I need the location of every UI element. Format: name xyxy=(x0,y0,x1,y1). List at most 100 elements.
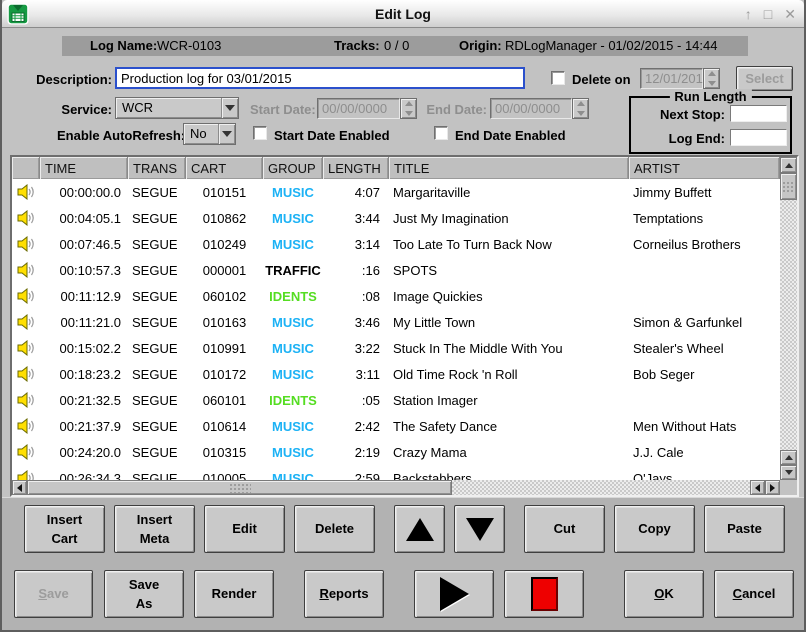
spin-up-icon[interactable] xyxy=(573,99,588,109)
chevron-down-icon[interactable] xyxy=(221,98,238,118)
delete-on-label: Delete on xyxy=(572,72,631,87)
length-cell: :05 xyxy=(323,387,389,413)
time-cell: 00:00:00.0 xyxy=(40,179,128,205)
log-event-row[interactable]: 00:24:20.0SEGUE010315MUSIC2:19Crazy Mama… xyxy=(12,439,780,465)
column-header-icon[interactable] xyxy=(12,157,40,179)
save-as-button[interactable]: Save As xyxy=(104,570,184,618)
scroll-left-icon[interactable] xyxy=(750,480,765,495)
cart-cell: 010249 xyxy=(186,231,263,257)
cart-cell: 010614 xyxy=(186,413,263,439)
log-table: TIMETRANSCARTGROUPLENGTHTITLEARTIST 00:0… xyxy=(10,155,799,497)
log-event-row[interactable]: 00:26:34.3SEGUE010005MUSIC2:59Backstabbe… xyxy=(12,465,780,480)
time-cell: 00:11:12.9 xyxy=(40,283,128,309)
scroll-right-icon[interactable] xyxy=(765,480,780,495)
next-stop-field[interactable] xyxy=(730,105,787,122)
column-header-group[interactable]: GROUP xyxy=(263,157,323,179)
speaker-icon-cell xyxy=(12,439,40,465)
select-date-button[interactable]: Select xyxy=(736,66,793,91)
group-cell: MUSIC xyxy=(263,335,323,361)
delete-on-date-field[interactable]: 12/01/2017 xyxy=(640,68,703,89)
horizontal-scroll-thumb[interactable] xyxy=(27,480,452,495)
reports-button[interactable]: Reports xyxy=(304,570,384,618)
delete-button[interactable]: Delete xyxy=(294,505,375,553)
scroll-left-icon[interactable] xyxy=(12,480,27,495)
title-cell: SPOTS xyxy=(389,257,629,283)
move-up-button[interactable] xyxy=(394,505,445,553)
speaker-icon-cell xyxy=(12,257,40,283)
column-header-cart[interactable]: CART xyxy=(186,157,263,179)
save-button[interactable]: Save xyxy=(14,570,93,618)
log-event-row[interactable]: 00:10:57.3SEGUE000001TRAFFIC:16SPOTS xyxy=(12,257,780,283)
trans-cell: SEGUE xyxy=(128,361,186,387)
log-end-field[interactable] xyxy=(730,129,787,146)
column-header-artist[interactable]: ARTIST xyxy=(629,157,780,179)
maximize-icon[interactable]: □ xyxy=(764,7,772,21)
log-event-row[interactable]: 00:04:05.1SEGUE010862MUSIC3:44Just My Im… xyxy=(12,205,780,231)
time-cell: 00:21:32.5 xyxy=(40,387,128,413)
speaker-icon xyxy=(17,288,36,304)
up-arrow-icon xyxy=(406,518,434,541)
trans-cell: SEGUE xyxy=(128,439,186,465)
column-header-time[interactable]: TIME xyxy=(40,157,128,179)
cut-button[interactable]: Cut xyxy=(524,505,605,553)
end-date-field[interactable]: 00/00/0000 xyxy=(490,98,572,119)
insert-meta-button[interactable]: Insert Meta xyxy=(114,505,195,553)
log-end-label: Log End: xyxy=(635,131,725,146)
log-event-row[interactable]: 00:07:46.5SEGUE010249MUSIC3:14Too Late T… xyxy=(12,231,780,257)
speaker-icon xyxy=(17,314,36,330)
log-event-row[interactable]: 00:18:23.2SEGUE010172MUSIC3:11Old Time R… xyxy=(12,361,780,387)
group-cell: MUSIC xyxy=(263,205,323,231)
delete-on-checkbox[interactable] xyxy=(551,71,565,85)
autorefresh-combobox[interactable]: No xyxy=(183,123,236,145)
ok-button[interactable]: OK xyxy=(624,570,704,618)
render-button[interactable]: Render xyxy=(194,570,274,618)
vertical-scroll-thumb[interactable] xyxy=(780,173,797,200)
paste-button[interactable]: Paste xyxy=(704,505,785,553)
horizontal-scrollbar[interactable] xyxy=(12,480,780,495)
chevron-down-icon[interactable] xyxy=(218,124,235,144)
start-date-enabled-checkbox[interactable] xyxy=(253,126,267,140)
spin-up-icon[interactable] xyxy=(704,69,719,79)
log-event-row[interactable]: 00:21:32.5SEGUE060101IDENTS:05Station Im… xyxy=(12,387,780,413)
insert-cart-button[interactable]: Insert Cart xyxy=(24,505,105,553)
spin-down-icon[interactable] xyxy=(704,79,719,89)
shade-icon[interactable]: ↑ xyxy=(745,7,752,21)
cancel-button[interactable]: Cancel xyxy=(714,570,794,618)
cart-cell: 010172 xyxy=(186,361,263,387)
service-value: WCR xyxy=(122,98,153,118)
group-cell: MUSIC xyxy=(263,309,323,335)
spin-up-icon[interactable] xyxy=(401,99,416,109)
end-date-spinner[interactable] xyxy=(572,98,589,119)
copy-button[interactable]: Copy xyxy=(614,505,695,553)
speaker-icon xyxy=(17,444,36,460)
log-event-row[interactable]: 00:15:02.2SEGUE010991MUSIC3:22Stuck In T… xyxy=(12,335,780,361)
length-cell: 2:42 xyxy=(323,413,389,439)
log-event-row[interactable]: 00:00:00.0SEGUE010151MUSIC4:07Margaritav… xyxy=(12,179,780,205)
scroll-up-icon[interactable] xyxy=(780,157,797,173)
move-down-button[interactable] xyxy=(454,505,505,553)
play-button[interactable] xyxy=(414,570,494,618)
time-cell: 00:18:23.2 xyxy=(40,361,128,387)
start-date-field[interactable]: 00/00/0000 xyxy=(317,98,400,119)
vertical-scrollbar[interactable] xyxy=(780,157,797,480)
scroll-down-icon[interactable] xyxy=(780,465,797,480)
cart-cell: 060102 xyxy=(186,283,263,309)
start-date-spinner[interactable] xyxy=(400,98,417,119)
description-input[interactable] xyxy=(115,67,525,89)
end-date-enabled-checkbox[interactable] xyxy=(434,126,448,140)
title-cell: Backstabbers xyxy=(389,465,629,480)
spin-down-icon[interactable] xyxy=(573,109,588,119)
stop-button[interactable] xyxy=(504,570,584,618)
log-event-row[interactable]: 00:11:21.0SEGUE010163MUSIC3:46My Little … xyxy=(12,309,780,335)
delete-on-date-spinner[interactable] xyxy=(703,68,720,89)
log-event-row[interactable]: 00:21:37.9SEGUE010614MUSIC2:42The Safety… xyxy=(12,413,780,439)
service-combobox[interactable]: WCR xyxy=(115,97,239,119)
edit-button[interactable]: Edit xyxy=(204,505,285,553)
column-header-trans[interactable]: TRANS xyxy=(128,157,186,179)
close-icon[interactable]: ✕ xyxy=(784,7,796,21)
column-header-title[interactable]: TITLE xyxy=(389,157,629,179)
column-header-length[interactable]: LENGTH xyxy=(323,157,389,179)
scroll-up-icon[interactable] xyxy=(780,450,797,465)
log-event-row[interactable]: 00:11:12.9SEGUE060102IDENTS:08Image Quic… xyxy=(12,283,780,309)
spin-down-icon[interactable] xyxy=(401,109,416,119)
